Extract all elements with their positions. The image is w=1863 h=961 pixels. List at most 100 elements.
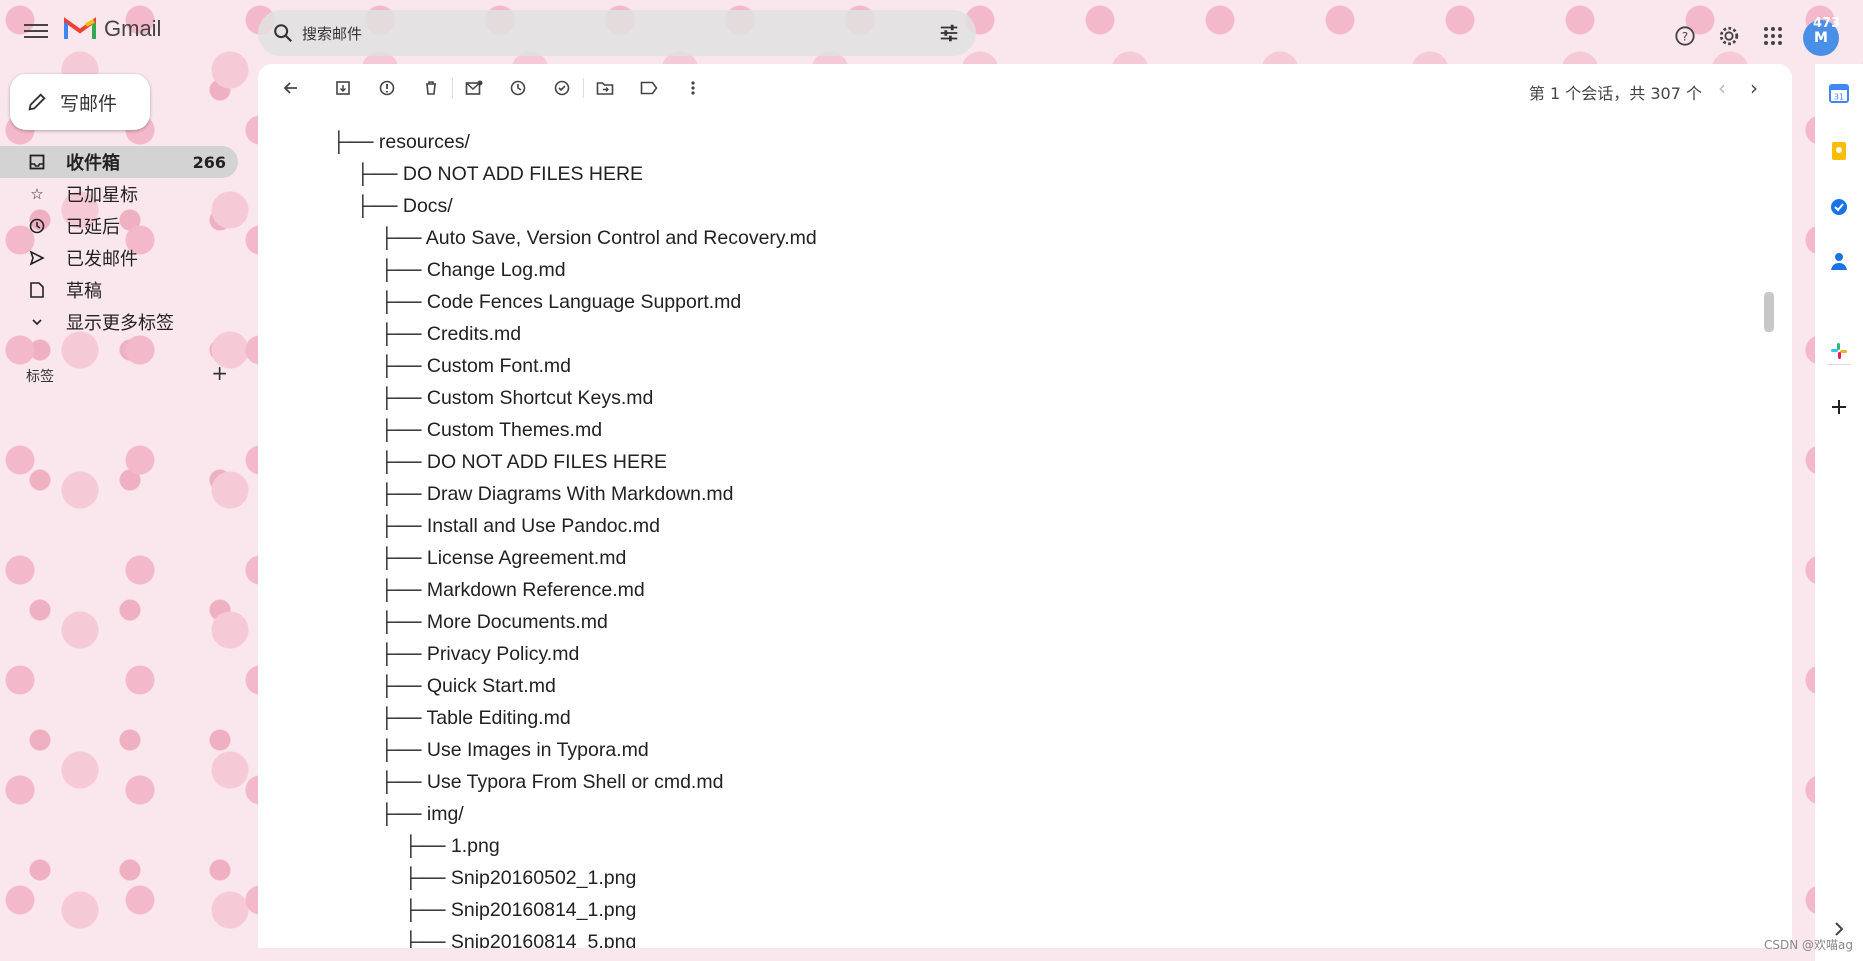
message-body: ├── resources/ ├── DO NOT ADD FILES HERE ├… — [258, 112, 1778, 948]
message-panel: 第 1 个会话，共 307 个 ‹ › ├── resources/ ├── DO… — [258, 64, 1792, 948]
sidebar-nav: 收件箱 266 ☆ 已加星标 已延后 已发邮件 草稿 显示更多标签 — [0, 146, 240, 338]
tree-line: ├── License Agreement.md — [380, 547, 627, 569]
scrollbar-thumb[interactable] — [1764, 292, 1774, 332]
star-icon: ☆ — [30, 185, 44, 203]
toolbar-divider — [583, 78, 584, 98]
sidebar-item-label: 草稿 — [66, 281, 102, 302]
snooze-clock-icon[interactable] — [507, 77, 529, 99]
gmail-m-icon — [64, 17, 96, 39]
file-icon — [28, 281, 46, 299]
tree-line: ├── Change Log.md — [380, 259, 566, 281]
svg-text:31: 31 — [1834, 93, 1844, 102]
search-bar[interactable] — [258, 10, 976, 56]
sidebar-item-snoozed[interactable]: 已延后 — [0, 210, 240, 242]
more-vert-icon[interactable] — [682, 77, 704, 99]
send-icon — [28, 249, 46, 267]
pagination-text: 第 1 个会话，共 307 个 — [1528, 84, 1702, 103]
menu-line — [24, 36, 48, 38]
sidebar-item-starred[interactable]: ☆ 已加星标 — [0, 178, 240, 210]
chevron-right-icon[interactable]: › — [1750, 76, 1770, 100]
calendar-icon[interactable]: 31 — [1828, 82, 1850, 104]
delete-icon[interactable] — [420, 77, 442, 99]
chevron-down-icon — [28, 313, 46, 331]
sidebar-item-label: 已发邮件 — [66, 249, 138, 270]
settings-gear-icon[interactable] — [1715, 22, 1743, 50]
contacts-icon[interactable] — [1828, 250, 1850, 272]
tree-line: ├── Snip20160814_5.png — [404, 931, 637, 948]
sidebar-item-label: 显示更多标签 — [66, 313, 174, 334]
sidebar-item-inbox[interactable]: 收件箱 266 — [0, 146, 238, 178]
tasks-icon[interactable] — [1828, 196, 1850, 218]
sidebar-item-drafts[interactable]: 草稿 — [0, 274, 240, 306]
app-title: Gmail — [104, 16, 162, 41]
tree-line: ├── DO NOT ADD FILES HERE — [356, 163, 644, 185]
pencil-icon — [28, 93, 46, 111]
sidebar-item-label: 收件箱 — [66, 153, 120, 174]
help-icon[interactable]: ? — [1671, 22, 1699, 50]
tree-line: ├── Custom Shortcut Keys.md — [380, 387, 654, 409]
tree-line: ├── Use Typora From Shell or cmd.md — [380, 771, 724, 793]
tree-line: ├── resources/ — [332, 131, 470, 153]
labels-section-header: 标签 + — [26, 363, 228, 386]
sidebar-item-label: 已加星标 — [66, 185, 138, 206]
tree-line: ├── img/ — [380, 803, 464, 825]
avatar-badge: 473 — [1813, 16, 1841, 31]
toolbar-divider — [452, 78, 453, 98]
gmail-logo[interactable]: Gmail — [64, 16, 161, 42]
compose-label: 写邮件 — [60, 92, 118, 115]
archive-icon[interactable] — [332, 77, 354, 99]
clock-icon — [28, 217, 46, 235]
menu-line — [24, 24, 48, 26]
compose-button[interactable]: 写邮件 — [10, 74, 150, 130]
tree-line: ├── Auto Save, Version Control and Recov… — [380, 227, 817, 249]
sidebar-item-more[interactable]: 显示更多标签 — [0, 306, 240, 338]
account-avatar[interactable]: M 473 — [1803, 16, 1843, 56]
tree-line: ├── DO NOT ADD FILES HERE — [380, 451, 668, 473]
report-spam-icon[interactable] — [376, 77, 398, 99]
label-tag-icon[interactable] — [638, 77, 660, 99]
tree-line: ├── Table Editing.md — [380, 707, 571, 729]
menu-line — [24, 30, 48, 32]
svg-text:?: ? — [1682, 30, 1688, 44]
tree-line: ├── Install and Use Pandoc.md — [380, 515, 660, 537]
tree-line: ├── Snip20160814_1.png — [404, 899, 637, 921]
tree-line: ├── 1.png — [404, 835, 500, 857]
search-icon[interactable] — [272, 22, 294, 44]
message-toolbar: 第 1 个会话，共 307 个 ‹ › — [258, 64, 1792, 112]
chevron-left-icon[interactable]: ‹ — [1718, 76, 1738, 100]
tree-line: ├── Use Images in Typora.md — [380, 739, 649, 761]
sidebar-item-sent[interactable]: 已发邮件 — [0, 242, 240, 274]
main-menu-button[interactable] — [22, 20, 50, 44]
side-panel-rail: 31 — [1815, 64, 1863, 961]
inbox-count: 266 — [192, 152, 226, 172]
tree-line: ├── Draw Diagrams With Markdown.md — [380, 483, 734, 505]
add-task-icon[interactable] — [551, 77, 573, 99]
search-input[interactable] — [300, 18, 884, 50]
tree-line: ├── Docs/ — [356, 195, 453, 217]
tree-line: ├── Snip20160502_1.png — [404, 867, 637, 889]
csdn-watermark: CSDN @欢喵ag — [1764, 938, 1853, 952]
tree-line: ├── More Documents.md — [380, 611, 608, 633]
tree-line: ├── Markdown Reference.md — [380, 579, 645, 601]
add-addon-icon[interactable] — [1828, 396, 1850, 418]
tree-line: ├── Code Fences Language Support.md — [380, 291, 742, 313]
add-label-icon[interactable]: + — [211, 363, 228, 386]
tree-line: ├── Custom Themes.md — [380, 419, 603, 441]
tree-line: ├── Quick Start.md — [380, 675, 556, 697]
sidebar-item-label: 已延后 — [66, 217, 120, 238]
back-arrow-icon[interactable] — [280, 77, 302, 99]
inbox-icon — [28, 153, 46, 171]
keep-notes-icon[interactable] — [1828, 140, 1850, 162]
search-options-icon[interactable] — [938, 22, 960, 44]
slack-icon[interactable] — [1828, 340, 1850, 362]
apps-grid-icon[interactable] — [1759, 22, 1787, 50]
move-to-folder-icon[interactable] — [594, 77, 616, 99]
top-bar: Gmail ? M — [0, 0, 1863, 64]
tree-line: ├── Custom Font.md — [380, 355, 571, 377]
top-right-controls: ? M 473 — [1671, 16, 1843, 56]
labels-heading: 标签 — [26, 369, 54, 385]
tree-line: ├── Privacy Policy.md — [380, 643, 580, 665]
tree-line: ├── Credits.md — [380, 323, 522, 345]
rail-divider — [1827, 364, 1851, 365]
mark-unread-icon[interactable] — [463, 77, 485, 99]
